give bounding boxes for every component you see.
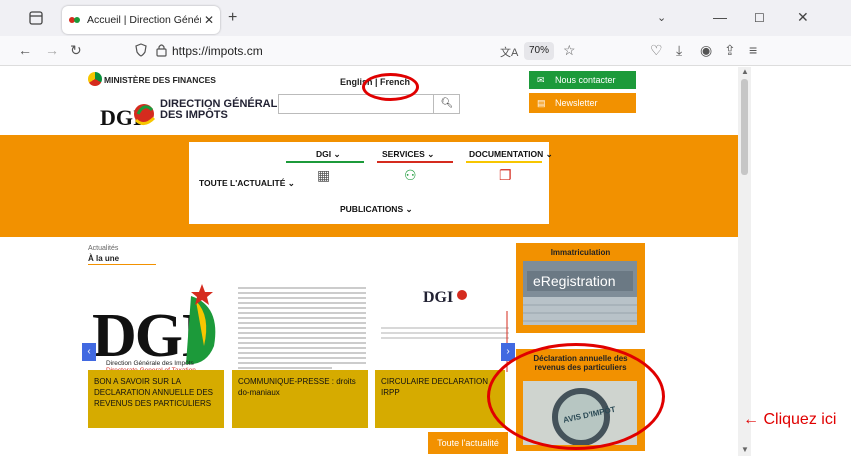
- share-icon[interactable]: ⇪: [724, 42, 736, 59]
- carousel-prev-button[interactable]: ‹: [82, 343, 96, 361]
- nav-bar: ← → ↻ https://impots.cm 文A 70% ☆ ♡ ⤓ ◉ ⇪…: [0, 36, 851, 66]
- ministry-label: MINISTÈRE DES FINANCES: [104, 75, 216, 85]
- account-icon[interactable]: ◉: [700, 42, 712, 59]
- tab-bar: Accueil | Direction Générale des ✕ + — ☐…: [0, 0, 851, 36]
- favicon-icon: [69, 17, 80, 23]
- click-here-annotation: ← Cliquez ici: [743, 411, 836, 429]
- documents-icon: ❐: [499, 167, 512, 183]
- eregistration-text: eRegistration: [533, 273, 616, 289]
- scroll-down-icon[interactable]: ▼: [741, 445, 749, 454]
- new-tab-icon[interactable]: +: [228, 9, 237, 27]
- menu-services-underline: [377, 161, 453, 163]
- news-card-3-caption[interactable]: CIRCULAIRE DECLARATION IRPP: [375, 370, 505, 428]
- news-section-title: À la une: [88, 254, 120, 263]
- eregistration-banner: eRegistration: [523, 261, 637, 325]
- declaration-highlight-circle: [487, 343, 665, 450]
- newsletter-icon: ▤: [537, 98, 546, 108]
- newsletter-label: Newsletter: [555, 98, 598, 108]
- card-1-img-line1: Direction Générale des Impôts: [106, 360, 195, 367]
- arrow-left-icon: ←: [743, 411, 759, 428]
- page-scrollbar[interactable]: ▲ ▼: [738, 67, 751, 456]
- french-highlight-circle: [362, 73, 419, 101]
- download-icon[interactable]: ⤓: [676, 42, 682, 59]
- url-bar[interactable]: https://impots.cm: [172, 44, 263, 58]
- dgi-title: DIRECTION GÉNÉRALE DES IMPÔTS: [160, 99, 285, 121]
- menu-publications[interactable]: PUBLICATIONS ⌄: [340, 204, 413, 215]
- dgi-big-logo: DGI Direction Générale des Impôts Direct…: [92, 284, 216, 374]
- card-3-logo-text: DGI: [423, 289, 453, 306]
- immatriculation-label: Immatriculation: [550, 248, 611, 257]
- scrollbar-thumb[interactable]: [741, 79, 748, 175]
- news-card-1-caption[interactable]: BON A SAVOIR SUR LA DECLARATION ANNUELLE…: [88, 370, 224, 428]
- building-icon: ▦: [317, 167, 331, 183]
- shield-icon[interactable]: [135, 43, 147, 57]
- extensions-icon[interactable]: ≡: [749, 42, 757, 58]
- newsletter-button[interactable]: ▤ Newsletter: [529, 93, 636, 113]
- menu-dgi[interactable]: DGI ⌄: [316, 149, 341, 160]
- menu-dgi-underline: [286, 161, 364, 163]
- eregistration-image[interactable]: eRegistration: [523, 261, 637, 325]
- maximize-icon[interactable]: ☐: [754, 11, 765, 25]
- news-card-1-image[interactable]: DGI Direction Générale des Impôts Direct…: [86, 276, 226, 374]
- press-document-thumbnail: [238, 287, 366, 369]
- mail-icon: ✉: [537, 75, 545, 85]
- news-card-2-caption[interactable]: COMMUNIQUE-PRESSE : droits do-maniaux: [232, 370, 368, 428]
- translate-icon[interactable]: 文A: [500, 44, 518, 60]
- minimize-icon[interactable]: —: [713, 9, 727, 25]
- menu-documentation[interactable]: DOCUMENTATION ⌄: [469, 149, 553, 160]
- people-icon: ⚇: [404, 167, 417, 183]
- news-card-2-image[interactable]: [232, 276, 372, 374]
- circular-document-thumbnail: DGI: [381, 289, 509, 372]
- news-section-divider: [88, 264, 156, 265]
- menu-services[interactable]: SERVICES ⌄: [382, 149, 434, 160]
- contact-button[interactable]: ✉ Nous contacter: [529, 71, 636, 89]
- dgi-logo[interactable]: DGI: [100, 100, 156, 130]
- back-icon[interactable]: ←: [18, 42, 32, 58]
- contact-label: Nous contacter: [555, 75, 616, 85]
- news-card-3-image[interactable]: DGI: [375, 276, 515, 374]
- click-here-text: Cliquez ici: [763, 411, 837, 428]
- news-section-label: Actualités: [88, 245, 119, 252]
- menu-actualite[interactable]: TOUTE L'ACTUALITÉ ⌄: [199, 178, 295, 189]
- tab-title: Accueil | Direction Générale des: [87, 14, 201, 26]
- all-news-button[interactable]: Toute l'actualité: [428, 432, 508, 454]
- browser-window: Accueil | Direction Générale des ✕ + — ☐…: [0, 0, 851, 456]
- main-menu: TOUTE L'ACTUALITÉ ⌄ DGI ⌄ ▦ SERVICES ⌄ ⚇…: [189, 142, 553, 224]
- dgi-title-line2: DES IMPÔTS: [160, 109, 228, 121]
- pocket-icon[interactable]: ♡: [650, 42, 663, 59]
- forward-icon[interactable]: →: [45, 42, 59, 58]
- search-icon[interactable]: 🔍︎: [433, 94, 460, 114]
- tab-list-icon[interactable]: [26, 8, 46, 28]
- active-tab[interactable]: Accueil | Direction Générale des ✕: [62, 6, 220, 34]
- close-icon[interactable]: ✕: [204, 13, 214, 27]
- reload-icon[interactable]: ↻: [70, 42, 82, 59]
- star-icon[interactable]: ☆: [563, 42, 576, 59]
- ministry-crest-icon: [88, 72, 102, 86]
- scroll-up-icon[interactable]: ▲: [741, 67, 749, 76]
- lock-icon[interactable]: [156, 43, 167, 57]
- zoom-indicator[interactable]: 70%: [524, 42, 554, 60]
- window-close-icon[interactable]: ✕: [797, 9, 809, 26]
- menu-documentation-underline: [466, 161, 542, 163]
- list-all-tabs-icon[interactable]: ⌄: [657, 11, 666, 24]
